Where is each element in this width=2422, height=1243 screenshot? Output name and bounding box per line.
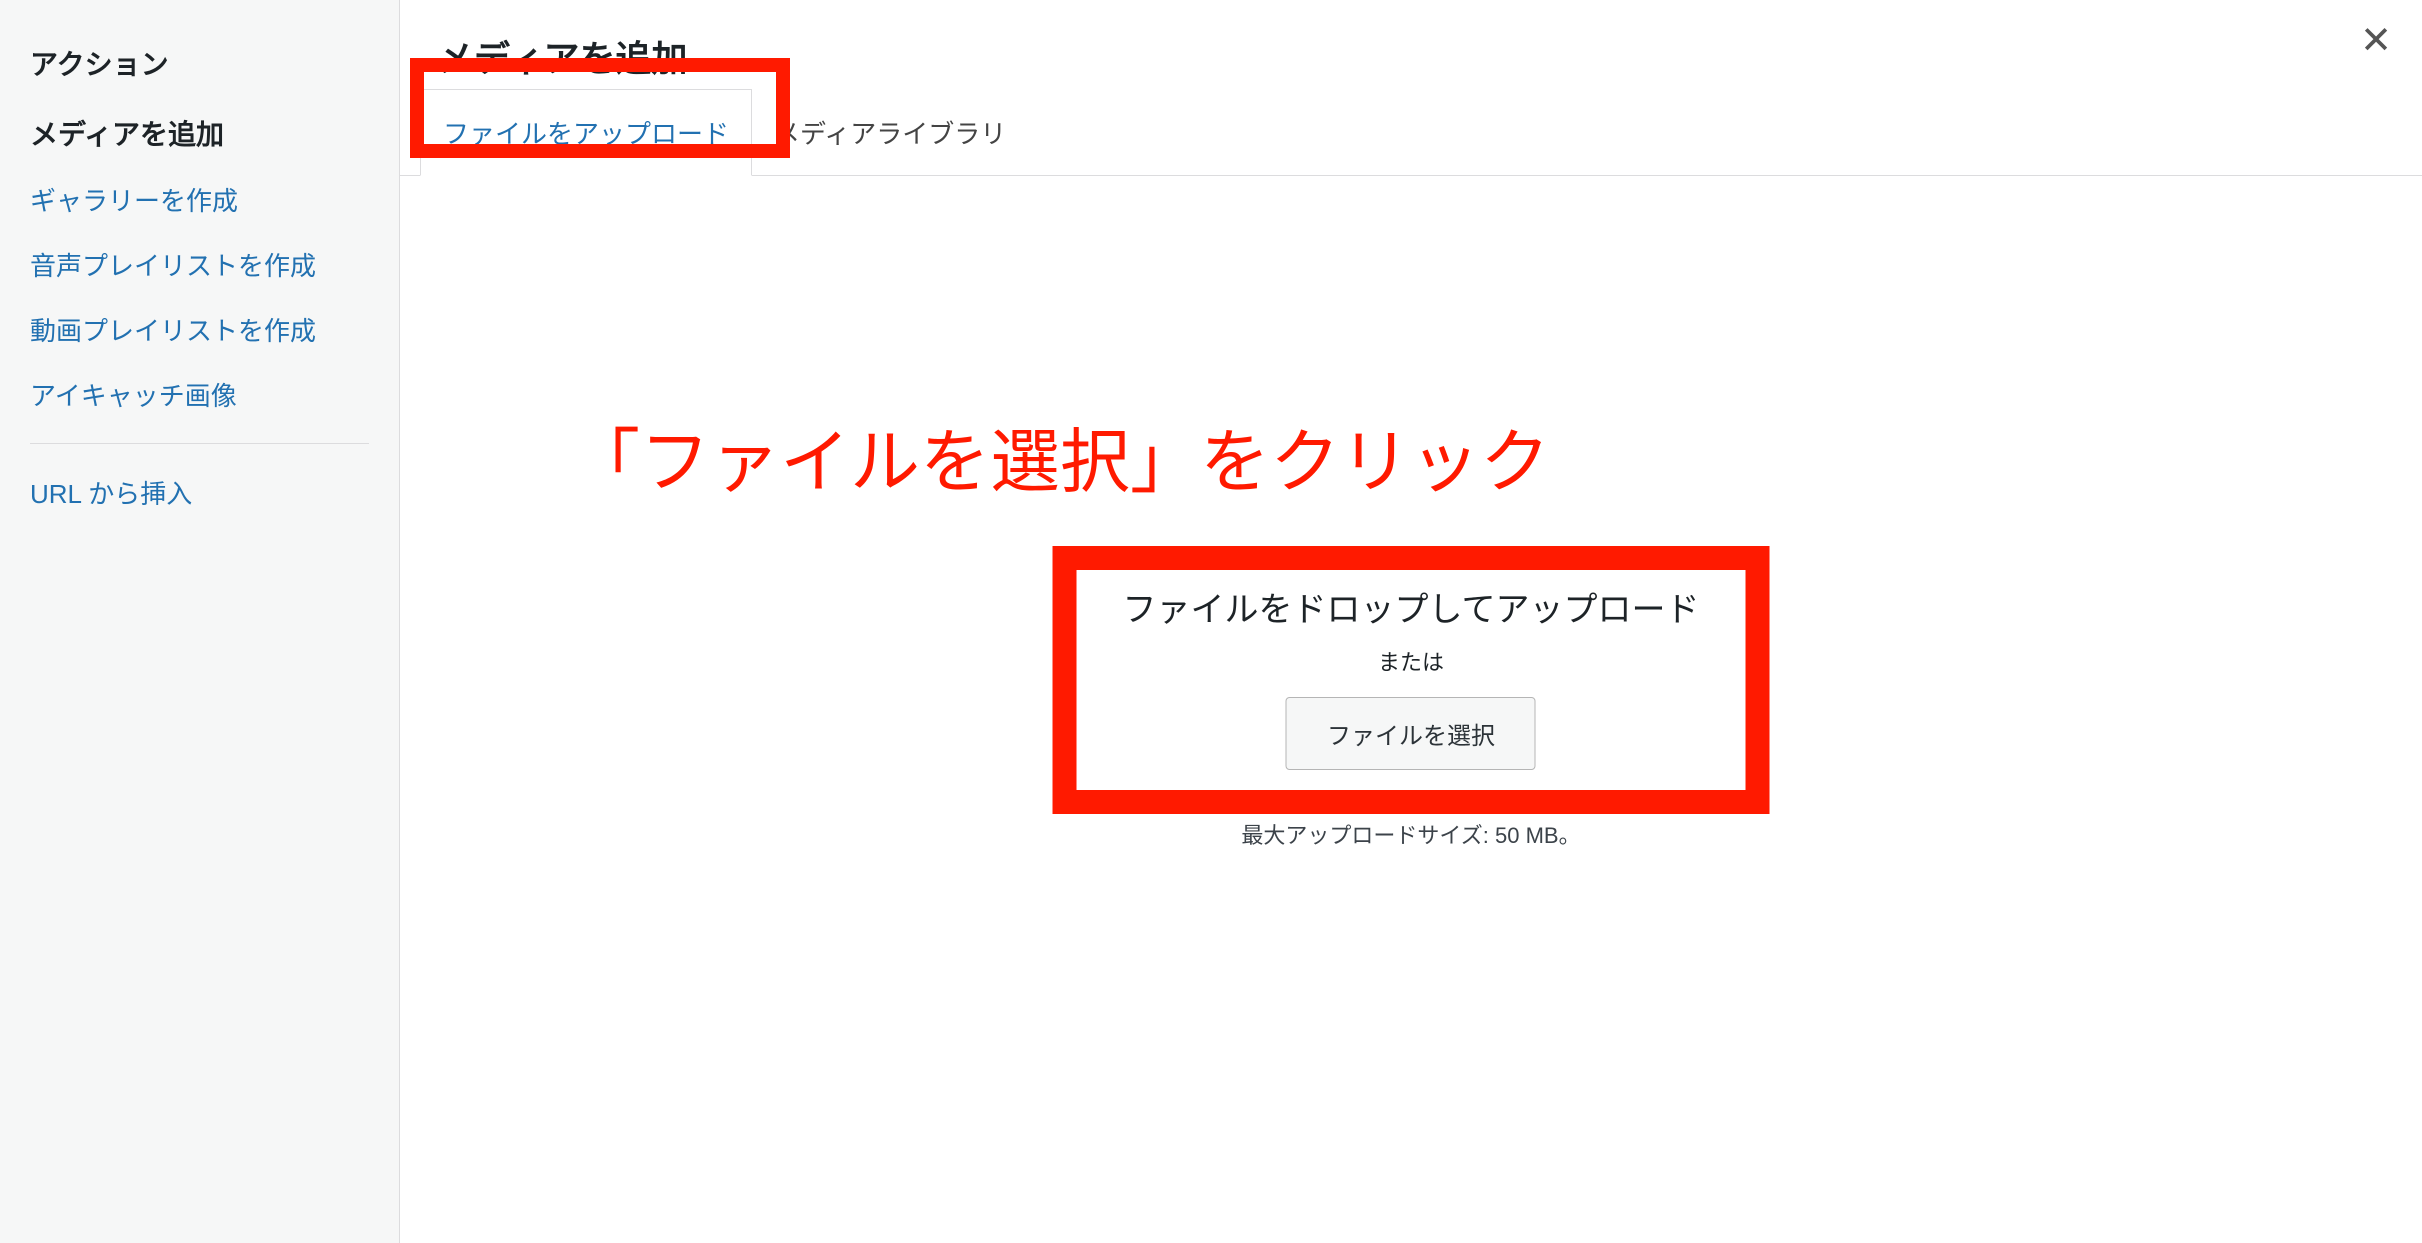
sidebar: アクション メディアを追加 ギャラリーを作成 音声プレイリストを作成 動画プレイ… bbox=[0, 0, 400, 1243]
close-icon[interactable]: ✕ bbox=[2360, 22, 2392, 60]
sidebar-item-create-video-playlist[interactable]: 動画プレイリストを作成 bbox=[30, 311, 369, 348]
main-title: メディアを追加 bbox=[438, 30, 2422, 82]
select-files-button[interactable]: ファイルを選択 bbox=[1286, 697, 1536, 770]
main-panel: メディアを追加 ファイルをアップロード メディアライブラリ 「ファイルを選択」を… bbox=[400, 0, 2422, 1243]
tabs: ファイルをアップロード メディアライブラリ bbox=[400, 96, 2422, 176]
annotation-text: 「ファイルを選択」をクリック bbox=[570, 406, 1550, 507]
upload-area: 「ファイルを選択」をクリック ファイルをドロップしてアップロード または ファイ… bbox=[400, 176, 2422, 1243]
sidebar-divider bbox=[30, 443, 369, 444]
tab-upload-files[interactable]: ファイルをアップロード bbox=[420, 89, 752, 176]
dropzone-title: ファイルをドロップしてアップロード bbox=[1123, 582, 1700, 631]
sidebar-item-featured-image[interactable]: アイキャッチ画像 bbox=[30, 376, 369, 413]
add-media-modal: アクション メディアを追加 ギャラリーを作成 音声プレイリストを作成 動画プレイ… bbox=[0, 0, 2422, 1243]
max-upload-size: 最大アップロードサイズ: 50 MB。 bbox=[1063, 818, 1760, 850]
sidebar-actions-heading: アクション bbox=[30, 43, 369, 83]
dropzone-wrapper: ファイルをドロップしてアップロード または ファイルを選択 最大アップロードサイ… bbox=[1063, 556, 1760, 850]
sidebar-item-insert-from-url[interactable]: URL から挿入 bbox=[30, 474, 369, 511]
tab-media-library[interactable]: メディアライブラリ bbox=[752, 90, 1028, 175]
sidebar-add-media-heading: メディアを追加 bbox=[30, 113, 369, 153]
dropzone-or: または bbox=[1123, 645, 1700, 677]
sidebar-item-create-gallery[interactable]: ギャラリーを作成 bbox=[30, 181, 369, 218]
sidebar-item-create-audio-playlist[interactable]: 音声プレイリストを作成 bbox=[30, 246, 369, 283]
dropzone[interactable]: ファイルをドロップしてアップロード または ファイルを選択 bbox=[1063, 556, 1760, 804]
